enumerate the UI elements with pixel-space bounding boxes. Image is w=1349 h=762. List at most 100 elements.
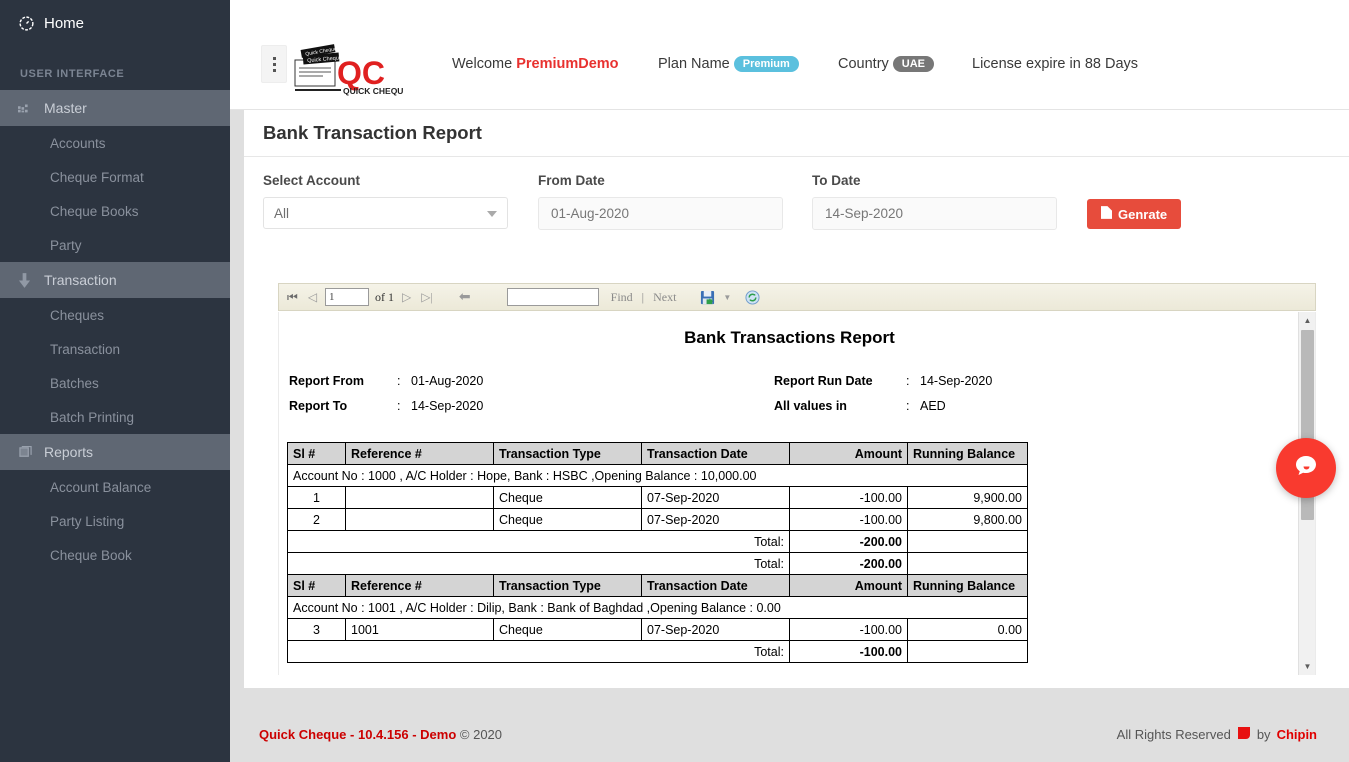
sidebar-item-label: Cheque Books (50, 203, 139, 219)
license-status: License expire in 88 Days (972, 56, 1139, 72)
cell-sl: 3 (287, 618, 346, 641)
cell-amount: -100.00 (789, 486, 908, 509)
chat-widget-button[interactable] (1276, 438, 1336, 498)
col-sl: Sl # (287, 574, 346, 597)
sidebar-item-party-listing[interactable]: Party Listing (0, 504, 230, 538)
refresh-icon[interactable] (745, 289, 760, 305)
export-save-icon[interactable] (700, 290, 715, 305)
table-group-row: Account No : 1001 , A/C Holder : Dilip, … (287, 596, 1028, 619)
cell-ref: 1001 (345, 618, 494, 641)
total-balance (907, 640, 1028, 663)
footer-rights: All Rights Reserved (1116, 726, 1231, 742)
dot (272, 68, 276, 72)
meta-value: 01-Aug-2020 (411, 374, 484, 388)
cell-balance: 0.00 (907, 618, 1028, 641)
footer-copyright: © 2020 (459, 726, 503, 742)
report-page: Bank Transactions Report Report From : 0… (278, 312, 1316, 675)
footer-by: by (1256, 726, 1271, 742)
sidebar-item-label: Cheque Format (50, 169, 144, 185)
sidebar-item-account-balance[interactable]: Account Balance (0, 470, 230, 504)
find-separator: | (641, 289, 645, 304)
table-total-row: Total: -100.00 (287, 640, 1028, 663)
back-button[interactable]: ⬅ (457, 289, 473, 306)
app-logo[interactable]: Quick Cheque Quick Cheque QC QUICK CHEQU… (293, 42, 403, 100)
prev-page-button[interactable]: ◁ (306, 290, 319, 305)
country-label: Country (838, 56, 889, 72)
scroll-down-icon[interactable]: ▼ (1299, 658, 1315, 675)
export-dropdown-caret-icon[interactable]: ▼ (721, 293, 733, 302)
plan-badge: Premium (733, 56, 799, 72)
total-label: Total: (287, 640, 790, 663)
select-account-dropdown[interactable]: All (263, 197, 508, 229)
sidebar-item-cheque-books[interactable]: Cheque Books (0, 194, 230, 228)
meta-value: AED (920, 399, 946, 413)
report-table: Sl # Reference # Transaction Type Transa… (287, 442, 1028, 663)
total-label: Total: (287, 530, 790, 553)
table-header-row: Sl # Reference # Transaction Type Transa… (287, 442, 1028, 465)
sidebar-item-home[interactable]: Home (0, 0, 230, 46)
meta-colon: : (397, 374, 401, 388)
find-button[interactable]: Find (611, 290, 633, 305)
generate-label: Genrate (1118, 206, 1168, 222)
cell-type: Cheque (493, 618, 642, 641)
footer-edition: Demo (420, 726, 457, 742)
footer-sep2: - (408, 726, 421, 742)
col-amount: Amount (789, 442, 908, 465)
page-count-label: of 1 (375, 289, 395, 304)
sidebar-item-batches[interactable]: Batches (0, 366, 230, 400)
table-row: 2 Cheque 07-Sep-2020 -100.00 9,800.00 (287, 508, 1028, 531)
page-number-input[interactable]: 1 (325, 288, 370, 306)
report-title: Bank Transactions Report (684, 328, 895, 347)
footer: Quick Cheque - 10.4.156 - Demo © 2020 Al… (230, 706, 1349, 762)
cell-date: 07-Sep-2020 (641, 508, 790, 531)
first-page-button[interactable]: ⏮ (285, 290, 300, 305)
sidebar-item-label: Accounts (50, 135, 106, 151)
meta-value: 14-Sep-2020 (411, 399, 484, 413)
meta-colon: : (906, 374, 910, 388)
sidebar-item-cheques[interactable]: Cheques (0, 298, 230, 332)
sidebar-item-cheque-format[interactable]: Cheque Format (0, 160, 230, 194)
sidebar-group-master[interactable]: Master (0, 90, 230, 126)
report-viewer: ⏮ ◁ 1 of 1 ▷ ▷| ⬅ Find | Next ▼ Bank Tra… (244, 271, 1349, 688)
scroll-up-icon[interactable]: ▲ (1299, 312, 1315, 329)
cell-date: 07-Sep-2020 (641, 618, 790, 641)
to-date-input[interactable]: 14-Sep-2020 (812, 197, 1057, 230)
dot (272, 62, 276, 66)
footer-version: 10.4.156 (357, 726, 409, 742)
select-account-value: All (274, 205, 290, 221)
sidebar-item-label: Account Balance (50, 479, 152, 495)
sidebar-group-transaction[interactable]: Transaction (0, 262, 230, 298)
find-input[interactable] (506, 288, 599, 306)
sidebar-group-reports[interactable]: Reports (0, 434, 230, 470)
sidebar-toggle-button[interactable] (261, 45, 287, 83)
sidebar-item-batch-printing[interactable]: Batch Printing (0, 400, 230, 434)
footer-product: Quick Cheque (259, 726, 347, 742)
total-label: Total: (287, 552, 790, 575)
sidebar-section-heading: USER INTERFACE (20, 68, 125, 80)
last-page-button[interactable]: ▷| (419, 290, 435, 305)
table-row: 1 Cheque 07-Sep-2020 -100.00 9,900.00 (287, 486, 1028, 509)
col-reference: Reference # (345, 574, 494, 597)
next-match-button[interactable]: Next (653, 290, 676, 305)
from-date-value: 01-Aug-2020 (551, 206, 630, 221)
sidebar-home-label: Home (44, 14, 85, 32)
next-page-button[interactable]: ▷ (400, 290, 413, 305)
sidebar-item-cheque-book[interactable]: Cheque Book (0, 538, 230, 572)
col-balance: Running Balance (907, 442, 1028, 465)
meta-label: Report From (289, 374, 364, 388)
footer-brand: Chipin (1276, 726, 1317, 742)
cell-balance: 9,900.00 (907, 486, 1028, 509)
sidebar-item-party[interactable]: Party (0, 228, 230, 262)
meta-colon: : (906, 399, 910, 413)
from-date-input[interactable]: 01-Aug-2020 (538, 197, 783, 230)
total-amount: -200.00 (789, 530, 908, 553)
sidebar-item-transaction[interactable]: Transaction (0, 332, 230, 366)
sidebar-item-accounts[interactable]: Accounts (0, 126, 230, 160)
sidebar-item-label: Party (50, 237, 82, 253)
plan-label: Plan Name (658, 56, 730, 72)
sidebar-group-label: Master (44, 100, 87, 116)
table-total-row: Total: -200.00 (287, 552, 1028, 575)
footer-sep1: - (346, 726, 358, 742)
generate-button[interactable]: Genrate (1087, 199, 1182, 229)
cell-sl: 2 (287, 508, 346, 531)
